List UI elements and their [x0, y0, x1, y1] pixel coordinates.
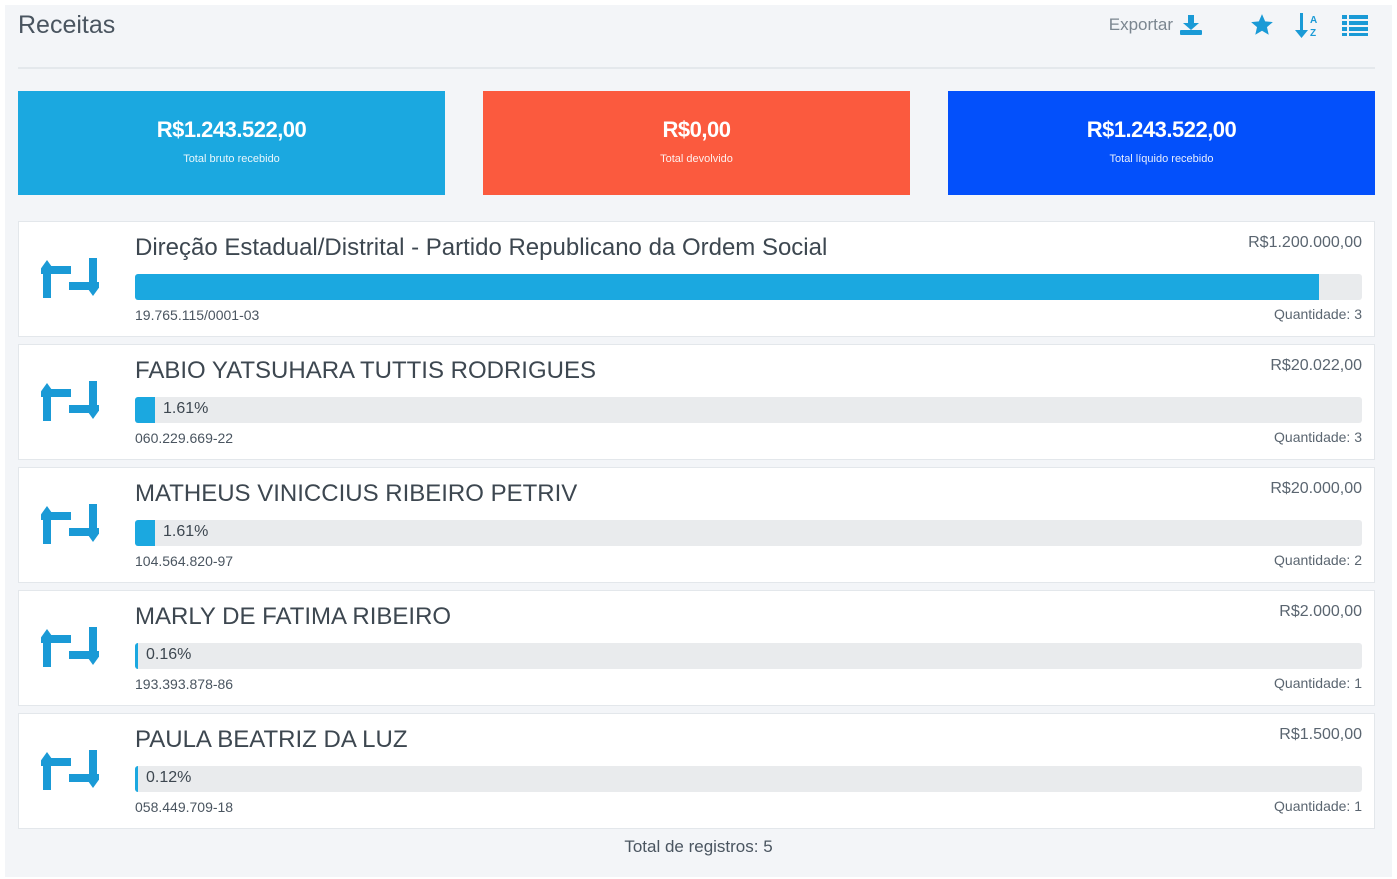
total-gross-label: Total bruto recebido [183, 153, 280, 165]
total-returned-amount: R$0,00 [662, 117, 731, 142]
receitas-panel: Receitas Exportar A Z R$1.243.522,00 Tot… [5, 5, 1392, 877]
progress-fill [135, 274, 1319, 300]
donor-document: 193.393.878-86 [135, 676, 234, 692]
list-item[interactable]: FABIO YATSUHARA TUTTIS RODRIGUES R$20.02… [18, 344, 1375, 460]
donor-name: PAULA BEATRIZ DA LUZ [135, 726, 408, 753]
panel-header: Receitas Exportar A Z [18, 5, 1375, 69]
donor-name: FABIO YATSUHARA TUTTIS RODRIGUES [135, 357, 596, 384]
total-returned-label: Total devolvido [660, 153, 733, 165]
transfer-icon [41, 381, 99, 421]
total-net-card: R$1.243.522,00 Total líquido recebido [948, 91, 1375, 195]
favorite-button[interactable] [1249, 12, 1275, 38]
list-item[interactable]: MATHEUS VINICCIUS RIBEIRO PETRIV R$20.00… [18, 467, 1375, 583]
donor-name: MARLY DE FATIMA RIBEIRO [135, 603, 452, 630]
donation-quantity: Quantidade: 3 [1274, 306, 1362, 322]
svg-text:A: A [1310, 15, 1317, 26]
total-net-amount: R$1.243.522,00 [1086, 117, 1237, 142]
donation-value: R$20.000,00 [1270, 480, 1362, 497]
total-net-label: Total líquido recebido [1109, 153, 1214, 165]
progress-fill [135, 397, 155, 423]
transfer-icon [41, 750, 99, 790]
donation-quantity: Quantidade: 1 [1274, 798, 1362, 814]
donor-document: 104.564.820-97 [135, 553, 234, 569]
sort-button[interactable]: A Z [1295, 11, 1321, 39]
export-button[interactable]: Exportar [1109, 14, 1203, 36]
transfer-icon [41, 627, 99, 667]
progress-percent: 1.61% [163, 523, 209, 540]
progress-track [135, 274, 1362, 300]
donation-value: R$2.000,00 [1279, 603, 1362, 620]
summary-cards: R$1.243.522,00 Total bruto recebido R$0,… [18, 91, 1375, 195]
sort-icon: A Z [1295, 13, 1317, 39]
progress-percent: 0.16% [146, 646, 192, 663]
total-gross-card: R$1.243.522,00 Total bruto recebido [18, 91, 445, 195]
progress-track: 1.61% [135, 520, 1362, 546]
progress-percent: 1.61% [163, 400, 209, 417]
donation-quantity: Quantidade: 3 [1274, 429, 1362, 445]
download-icon [1180, 15, 1202, 35]
donor-name: Direção Estadual/Distrital - Partido Rep… [135, 234, 828, 261]
progress-fill [135, 643, 138, 669]
list-item[interactable]: Direção Estadual/Distrital - Partido Rep… [18, 221, 1375, 337]
donor-document: 058.449.709-18 [135, 799, 234, 815]
transfer-icon [41, 258, 99, 298]
progress-fill [135, 766, 138, 792]
donor-document: 19.765.115/0001-03 [135, 307, 260, 323]
list-icon [1342, 15, 1368, 36]
progress-percent: 0.12% [146, 769, 192, 786]
transfer-icon [41, 504, 99, 544]
svg-text:Z: Z [1310, 28, 1316, 39]
donation-value: R$1.500,00 [1279, 726, 1362, 743]
donation-quantity: Quantidade: 2 [1274, 552, 1362, 568]
progress-track: 0.16% [135, 643, 1362, 669]
donor-document: 060.229.669-22 [135, 430, 234, 446]
list-item[interactable]: MARLY DE FATIMA RIBEIRO R$2.000,00 0.16%… [18, 590, 1375, 706]
star-icon [1251, 14, 1273, 35]
total-records: Total de registros: 5 [624, 837, 773, 856]
donation-quantity: Quantidade: 1 [1274, 675, 1362, 691]
progress-track: 1.61% [135, 397, 1362, 423]
donor-name: MATHEUS VINICCIUS RIBEIRO PETRIV [135, 480, 578, 507]
progress-fill [135, 520, 155, 546]
donation-value: R$1.200.000,00 [1248, 234, 1362, 251]
list-item[interactable]: PAULA BEATRIZ DA LUZ R$1.500,00 0.12% 05… [18, 713, 1375, 829]
list-view-button[interactable] [1341, 13, 1369, 37]
export-label: Exportar [1108, 15, 1173, 34]
page-title: Receitas [18, 11, 116, 39]
total-gross-amount: R$1.243.522,00 [156, 117, 307, 142]
total-returned-card: R$0,00 Total devolvido [483, 91, 910, 195]
toolbar: Exportar A Z [1109, 11, 1369, 39]
donation-value: R$20.022,00 [1270, 357, 1362, 374]
progress-track: 0.12% [135, 766, 1362, 792]
